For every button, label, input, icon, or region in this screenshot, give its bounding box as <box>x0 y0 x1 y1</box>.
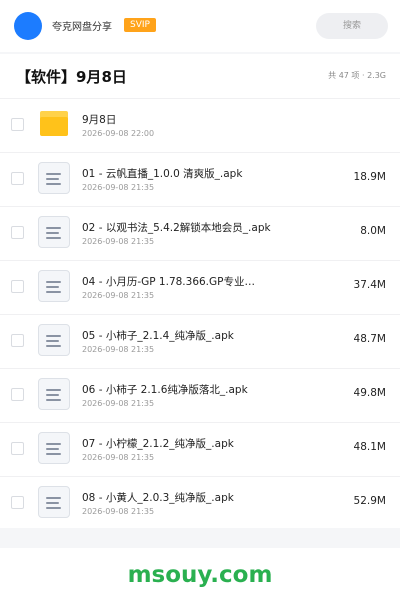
list-item[interactable]: 07 - 小柠檬_2.1.2_纯净版_.apk 2026-09-08 21:35… <box>0 422 400 477</box>
item-date: 2026-09-08 21:35 <box>82 237 155 246</box>
item-size: 37.4M <box>353 279 386 291</box>
avatar[interactable] <box>14 12 42 40</box>
select-checkbox[interactable] <box>11 388 24 401</box>
file-icon <box>38 270 70 302</box>
summary-separator: · <box>361 71 365 80</box>
file-icon <box>38 486 70 518</box>
item-count: 共 47 项 <box>328 71 360 80</box>
item-name: 08 - 小黄人_2.0.3_纯净版_.apk <box>82 492 234 504</box>
svip-badge: SVIP <box>124 18 156 32</box>
item-name: 07 - 小柠檬_2.1.2_纯净版_.apk <box>82 438 234 450</box>
item-size: 8.0M <box>360 225 386 237</box>
list-item[interactable]: 01 - 云帆直播_1.0.0 清爽版_.apk 2026-09-08 21:3… <box>0 152 400 207</box>
search-placeholder: 搜索 <box>342 21 361 31</box>
file-icon <box>38 162 70 194</box>
list-item[interactable]: 05 - 小柿子_2.1.4_纯净版_.apk 2026-09-08 21:35… <box>0 314 400 369</box>
item-name: 02 - 以观书法_5.4.2解锁本地会员_.apk <box>82 222 271 234</box>
item-date: 2026-09-08 21:35 <box>82 291 155 300</box>
item-date: 2026-09-08 21:35 <box>82 183 155 192</box>
item-name: 05 - 小柿子_2.1.4_纯净版_.apk <box>82 330 234 342</box>
file-icon <box>38 378 70 410</box>
footer: msouy.com <box>0 548 400 600</box>
item-size: 52.9M <box>353 495 386 507</box>
item-date: 2026-09-08 21:35 <box>82 453 155 462</box>
item-date: 2026-09-08 22:00 <box>82 129 155 138</box>
title-bar: 【软件】9月8日 共 47 项 · 2.3G <box>0 54 400 98</box>
item-date: 2026-09-08 21:35 <box>82 399 155 408</box>
item-size: 18.9M <box>353 171 386 183</box>
item-name: 06 - 小柿子 2.1.6纯净版落北_.apk <box>82 384 248 396</box>
select-checkbox[interactable] <box>11 496 24 509</box>
header: 夸克网盘分享 SVIP 搜索 <box>0 0 400 52</box>
item-size: 48.1M <box>353 441 386 453</box>
item-date: 2026-09-08 21:35 <box>82 345 155 354</box>
list-item[interactable]: 06 - 小柿子 2.1.6纯净版落北_.apk 2026-09-08 21:3… <box>0 368 400 423</box>
select-checkbox[interactable] <box>11 118 24 131</box>
item-name: 01 - 云帆直播_1.0.0 清爽版_.apk <box>82 168 243 180</box>
file-list: 9月8日 2026-09-08 22:00 01 - 云帆直播_1.0.0 清爽… <box>0 98 400 528</box>
item-name: 9月8日 <box>82 114 117 126</box>
file-icon <box>38 216 70 248</box>
folder-icon <box>40 111 68 136</box>
select-checkbox[interactable] <box>11 226 24 239</box>
folder-summary: 共 47 项 · 2.3G <box>328 70 386 81</box>
item-size: 49.8M <box>353 387 386 399</box>
item-date: 2026-09-08 21:35 <box>82 507 155 516</box>
select-checkbox[interactable] <box>11 442 24 455</box>
app-name: 夸克网盘分享 <box>52 22 112 33</box>
file-icon <box>38 324 70 356</box>
select-checkbox[interactable] <box>11 172 24 185</box>
total-size: 2.3G <box>367 71 386 80</box>
list-item[interactable]: 04 - 小月历-GP 1.78.366.GP专业… 2026-09-08 21… <box>0 260 400 315</box>
page-title: 【软件】9月8日 <box>16 68 127 86</box>
item-name: 04 - 小月历-GP 1.78.366.GP专业… <box>82 276 255 288</box>
list-item-folder[interactable]: 9月8日 2026-09-08 22:00 <box>0 98 400 153</box>
select-checkbox[interactable] <box>11 334 24 347</box>
select-checkbox[interactable] <box>11 280 24 293</box>
item-size: 48.7M <box>353 333 386 345</box>
site-watermark: msouy.com <box>127 562 273 588</box>
search-input[interactable]: 搜索 <box>316 13 388 39</box>
list-item[interactable]: 02 - 以观书法_5.4.2解锁本地会员_.apk 2026-09-08 21… <box>0 206 400 261</box>
share-page: 夸克网盘分享 SVIP 搜索 【软件】9月8日 共 47 项 · 2.3G 9月… <box>0 0 400 600</box>
list-item[interactable]: 08 - 小黄人_2.0.3_纯净版_.apk 2026-09-08 21:35… <box>0 476 400 531</box>
file-icon <box>38 432 70 464</box>
